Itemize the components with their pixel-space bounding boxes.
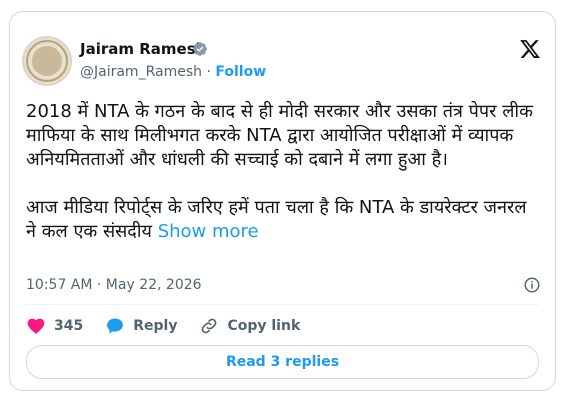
reply-label: Reply bbox=[133, 318, 178, 334]
read-replies-button[interactable]: Read 3 replies bbox=[26, 345, 539, 379]
copy-link-button[interactable]: Copy link bbox=[199, 316, 300, 336]
separator: · bbox=[206, 64, 211, 80]
author-name[interactable]: Jairam Ramesh bbox=[80, 40, 206, 58]
tweet-timestamp[interactable]: 10:57 AM · May 22, 2026 bbox=[26, 277, 202, 293]
reply-button[interactable]: Reply bbox=[105, 316, 177, 336]
like-count: 345 bbox=[54, 318, 84, 334]
link-icon bbox=[202, 318, 217, 334]
show-more-link[interactable]: Show more bbox=[158, 221, 259, 242]
tweet-text: 2018 में NTA के गठन के बाद से ही मोदी सर… bbox=[26, 100, 541, 244]
author-handle-line: @Jairam_Ramesh · Follow bbox=[80, 64, 266, 80]
avatar[interactable] bbox=[22, 36, 72, 86]
avatar-photo bbox=[32, 46, 62, 76]
copy-link-label: Copy link bbox=[227, 318, 301, 334]
tweet-card: Jairam Ramesh @Jairam_Ramesh · Follow 20… bbox=[9, 11, 556, 391]
divider bbox=[26, 304, 539, 305]
tweet-body: 2018 में NTA के गठन के बाद से ही मोदी सर… bbox=[26, 101, 533, 242]
follow-button[interactable]: Follow bbox=[215, 64, 266, 80]
action-bar: 345 Reply Copy link bbox=[26, 314, 322, 338]
like-button[interactable]: 345 bbox=[26, 316, 83, 336]
verified-icon bbox=[193, 42, 207, 56]
info-icon[interactable] bbox=[523, 276, 541, 294]
heart-icon bbox=[27, 318, 45, 334]
author-handle[interactable]: @Jairam_Ramesh bbox=[80, 64, 202, 80]
read-replies-label: Read 3 replies bbox=[225, 354, 340, 370]
x-logo-icon[interactable] bbox=[519, 38, 541, 60]
reply-icon bbox=[107, 318, 124, 334]
